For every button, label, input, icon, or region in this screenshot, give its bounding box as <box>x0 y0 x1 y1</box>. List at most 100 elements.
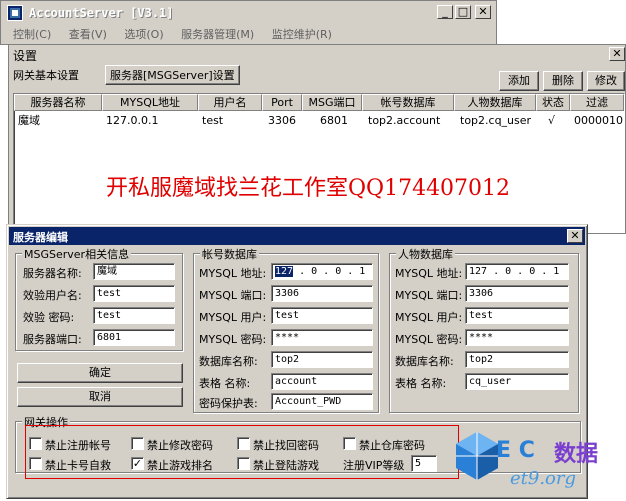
checkbox-disable-register[interactable] <box>29 437 42 450</box>
app-title: AccountServer [V3.1] <box>29 6 174 20</box>
checkbox-disable-card-rescue[interactable] <box>29 457 42 470</box>
player-db-label: 数据库名称: <box>395 355 454 368</box>
vip-level-field[interactable]: 5 <box>411 455 437 472</box>
settings-window: 设置 ✕ 网关基本设置 服务器[MSGServer]设置 添加 删除 修改 服务… <box>8 44 626 234</box>
label-disable-change-pwd: 禁止修改密码 <box>147 439 213 452</box>
logo-letters: E C <box>496 438 535 463</box>
logo-site: et9.org <box>510 468 577 489</box>
label-disable-register: 禁止注册帐号 <box>45 439 111 452</box>
acct-addr-field[interactable]: 127 . 0 . 0 . 1 <box>271 263 373 280</box>
col-header-filter[interactable]: 过滤 <box>570 94 624 111</box>
dialog-titlebar: 服务器编辑 ✕ <box>9 227 585 245</box>
player-addr-field[interactable]: 127 . 0 . 0 . 1 <box>465 263 569 280</box>
cell-player-db: top2.cq_user <box>460 114 532 127</box>
cell-port: 3306 <box>268 114 296 127</box>
col-header-player-db[interactable]: 人物数据库 <box>454 94 536 111</box>
checkbox-disable-login[interactable] <box>237 457 250 470</box>
player-port-field[interactable]: 3306 <box>465 285 569 302</box>
delete-button[interactable]: 删除 <box>543 71 583 91</box>
settings-title: 设置 <box>13 49 38 63</box>
cancel-button[interactable]: 取消 <box>17 387 183 407</box>
menu-control[interactable]: 控制(C) <box>13 28 51 41</box>
player-table-field[interactable]: cq_user <box>465 373 569 390</box>
acct-user-label: MYSQL 用户: <box>199 311 267 324</box>
player-db-field[interactable]: top2 <box>465 351 569 368</box>
checkbox-disable-change-pwd[interactable] <box>131 437 144 450</box>
verify-pwd-label: 效验 密码: <box>23 311 75 324</box>
maximize-icon[interactable]: □ <box>455 5 471 19</box>
col-header-mysql[interactable]: MYSQL地址 <box>102 94 198 111</box>
acct-db-field[interactable]: top2 <box>271 351 373 368</box>
close-icon[interactable]: ✕ <box>475 5 491 19</box>
player-table-label: 表格 名称: <box>395 377 447 390</box>
checkbox-disable-warehouse-pwd[interactable] <box>343 437 356 450</box>
checkbox-disable-recover-pwd[interactable] <box>237 437 250 450</box>
label-disable-ranking: 禁止游戏排名 <box>147 459 213 472</box>
col-header-user[interactable]: 用户名 <box>198 94 262 111</box>
cell-user: test <box>202 114 224 127</box>
verify-pwd-field[interactable]: test <box>93 307 175 324</box>
col-header-status[interactable]: 状态 <box>536 94 570 111</box>
dialog-title: 服务器编辑 <box>13 231 68 244</box>
dialog-close-icon[interactable]: ✕ <box>567 229 583 243</box>
label-disable-recover-pwd: 禁止找回密码 <box>253 439 319 452</box>
player-addr-label: MYSQL 地址: <box>395 267 463 280</box>
player-user-label: MYSQL 用户: <box>395 311 463 324</box>
add-button[interactable]: 添加 <box>499 71 539 91</box>
acct-pwd-field[interactable]: **** <box>271 329 373 346</box>
main-titlebar: AccountServer [V3.1] _ □ ✕ <box>3 3 494 23</box>
account-db-title: 帐号数据库 <box>200 246 259 262</box>
acct-port-field[interactable]: 3306 <box>271 285 373 302</box>
col-header-port[interactable]: Port <box>262 94 302 111</box>
player-pwd-label: MYSQL 密码: <box>395 333 463 346</box>
verify-user-field[interactable]: test <box>93 285 175 302</box>
col-header-account-db[interactable]: 帐号数据库 <box>362 94 454 111</box>
server-port-field[interactable]: 6801 <box>93 329 175 346</box>
logo-text: 数据 <box>554 442 599 467</box>
player-pwd-field[interactable]: **** <box>465 329 569 346</box>
settings-close-icon[interactable]: ✕ <box>609 47 625 61</box>
minimize-icon[interactable]: _ <box>437 5 453 19</box>
server-name-field[interactable]: 魔域 <box>93 263 175 280</box>
menu-options[interactable]: 选项(O) <box>124 28 163 41</box>
tab-gateway-basic[interactable]: 网关基本设置 <box>13 67 79 83</box>
server-list[interactable]: 服务器名称 MYSQL地址 用户名 Port MSG端口 帐号数据库 人物数据库… <box>13 93 625 233</box>
acct-table-field[interactable]: account <box>271 373 373 390</box>
label-disable-warehouse-pwd: 禁止仓库密码 <box>359 439 425 452</box>
col-header-msgport[interactable]: MSG端口 <box>302 94 362 111</box>
acct-protect-field[interactable]: Account_PWD <box>271 393 373 410</box>
cell-msgport: 6801 <box>320 114 348 127</box>
cube-logo-icon <box>456 432 498 480</box>
watermark-text: 开私服魔域找兰花工作室QQ174407012 <box>106 176 511 201</box>
acct-addr-label: MYSQL 地址: <box>199 267 267 280</box>
menu-monitor[interactable]: 监控维护(R) <box>272 28 332 41</box>
tab-msgserver[interactable]: 服务器[MSGServer]设置 <box>105 65 240 85</box>
menu-view[interactable]: 查看(V) <box>69 28 107 41</box>
label-disable-card-rescue: 禁止卡号自救 <box>45 459 111 472</box>
acct-pwd-label: MYSQL 密码: <box>199 333 267 346</box>
cell-account-db: top2.account <box>368 114 441 127</box>
acct-protect-label: 密码保护表: <box>199 397 258 410</box>
checkbox-disable-ranking[interactable]: ✓ <box>131 457 144 470</box>
msgserver-group-title: MSGServer相关信息 <box>22 246 132 262</box>
col-header-name[interactable]: 服务器名称 <box>14 94 102 111</box>
acct-db-label: 数据库名称: <box>199 355 258 368</box>
menu-bar: 控制(C) 查看(V) 选项(O) 服务器管理(M) 监控维护(R) <box>13 26 346 42</box>
server-port-label: 服务器端口: <box>23 333 82 346</box>
player-user-field[interactable]: test <box>465 307 569 324</box>
cell-status: √ <box>548 114 556 127</box>
app-icon <box>7 5 23 21</box>
player-db-title: 人物数据库 <box>396 246 455 262</box>
acct-port-label: MYSQL 端口: <box>199 289 267 302</box>
vip-level-label: 注册VIP等级 <box>343 459 405 472</box>
cell-filter: 0000010 <box>574 114 623 127</box>
acct-user-field[interactable]: test <box>271 307 373 324</box>
logo: E C 数据 et9.org <box>452 428 622 498</box>
modify-button[interactable]: 修改 <box>587 71 625 91</box>
table-row[interactable]: 魔域 127.0.0.1 test 3306 6801 top2.account… <box>14 113 624 129</box>
verify-user-label: 效验用户名: <box>23 289 82 302</box>
cell-name: 魔域 <box>18 114 40 127</box>
ok-button[interactable]: 确定 <box>17 363 183 383</box>
menu-server-manage[interactable]: 服务器管理(M) <box>181 28 254 41</box>
acct-table-label: 表格 名称: <box>199 377 251 390</box>
